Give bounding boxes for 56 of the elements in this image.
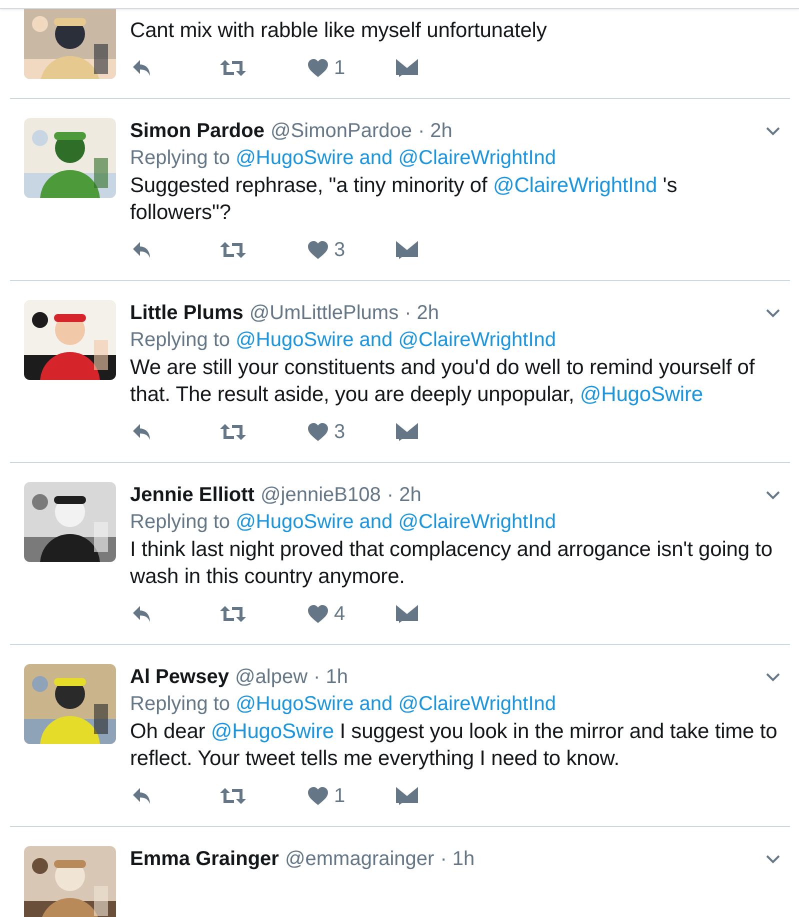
replying-label: Replying to bbox=[130, 511, 230, 533]
chevron-down-icon[interactable] bbox=[766, 855, 780, 864]
replying-label: Replying to bbox=[130, 147, 230, 169]
user-handle[interactable]: @UmLittlePlums bbox=[249, 302, 399, 325]
reply-mentions[interactable]: @HugoSwire and @ClaireWrightInd bbox=[236, 511, 556, 533]
user-handle[interactable]: @SimonPardoe bbox=[270, 120, 412, 143]
like-count: 1 bbox=[334, 784, 346, 808]
like-count: 3 bbox=[334, 238, 346, 262]
heart-icon[interactable] bbox=[308, 787, 328, 805]
user-name[interactable]: Jennie Elliott bbox=[130, 484, 254, 507]
retweet-icon[interactable] bbox=[220, 241, 246, 259]
envelope-icon[interactable] bbox=[396, 787, 418, 805]
tweet-text: Suggested rephrase, "a tiny minority of @ClaireWrightInd 's followers"? bbox=[130, 173, 678, 226]
user-handle[interactable]: @emmagrainger bbox=[284, 848, 434, 871]
reply-mentions[interactable]: @HugoSwire and @ClaireWrightInd bbox=[236, 147, 556, 169]
envelope-icon[interactable] bbox=[396, 423, 418, 441]
replying-label: Replying to bbox=[130, 329, 230, 351]
user-name[interactable]: Emma Grainger bbox=[130, 848, 279, 871]
user-handle[interactable]: @alpew bbox=[234, 666, 308, 689]
envelope-icon[interactable] bbox=[396, 241, 418, 259]
heart-icon[interactable] bbox=[308, 423, 328, 441]
retweet-icon[interactable] bbox=[220, 605, 246, 623]
tweet-time: · 1h bbox=[314, 666, 348, 689]
user-name[interactable]: Little Plums bbox=[130, 302, 244, 325]
envelope-icon[interactable] bbox=[396, 605, 418, 623]
mention-link[interactable]: @ClaireWrightInd bbox=[492, 174, 658, 197]
tweet-time: · 2h bbox=[386, 484, 422, 507]
tweet-time: · 1h bbox=[440, 848, 475, 871]
tweet-text: We are still your constituents and you'd do well to remind yourself of that. The result aside, you are deeply unpopular, @HugoSwire bbox=[130, 355, 756, 408]
retweet-icon[interactable] bbox=[220, 59, 246, 77]
chevron-down-icon[interactable] bbox=[766, 673, 780, 682]
heart-icon[interactable] bbox=[308, 605, 328, 623]
envelope-icon[interactable] bbox=[396, 59, 418, 77]
user-handle[interactable]: @jennieB108 bbox=[260, 484, 381, 507]
reply-mentions[interactable]: @HugoSwire and @ClaireWrightInd bbox=[236, 329, 556, 351]
heart-icon[interactable] bbox=[308, 59, 328, 77]
heart-icon[interactable] bbox=[308, 241, 328, 259]
retweet-icon[interactable] bbox=[220, 423, 246, 441]
user-name[interactable]: Simon Pardoe bbox=[130, 120, 264, 143]
tweet-time: · 2h bbox=[404, 302, 440, 325]
mention-link[interactable]: @HugoSwire bbox=[580, 383, 703, 406]
like-count: 1 bbox=[334, 56, 346, 80]
tweet-text: I think last night proved that complacency and arrogance isn't going to wash in this country anymore. bbox=[130, 537, 774, 590]
like-count: 4 bbox=[334, 602, 346, 626]
reply-mentions[interactable]: @HugoSwire and @ClaireWrightInd bbox=[236, 693, 556, 715]
tweet-text: Oh dear @HugoSwire I suggest you look in the mirror and take time to reflect. Your tweet tells me everything I need to know. bbox=[130, 719, 778, 772]
replying-label: Replying to bbox=[130, 693, 230, 715]
tweet-text: Cant mix with rabble like myself unfortunately bbox=[130, 18, 548, 44]
user-name[interactable]: Al Pewsey bbox=[130, 666, 229, 689]
retweet-icon[interactable] bbox=[220, 787, 246, 805]
tweet-time: · 2h bbox=[418, 120, 452, 143]
like-count: 3 bbox=[334, 420, 346, 444]
chevron-down-icon[interactable] bbox=[766, 127, 780, 136]
mention-link[interactable]: @HugoSwire bbox=[210, 720, 334, 743]
chevron-down-icon[interactable] bbox=[766, 309, 780, 318]
chevron-down-icon[interactable] bbox=[766, 491, 780, 500]
